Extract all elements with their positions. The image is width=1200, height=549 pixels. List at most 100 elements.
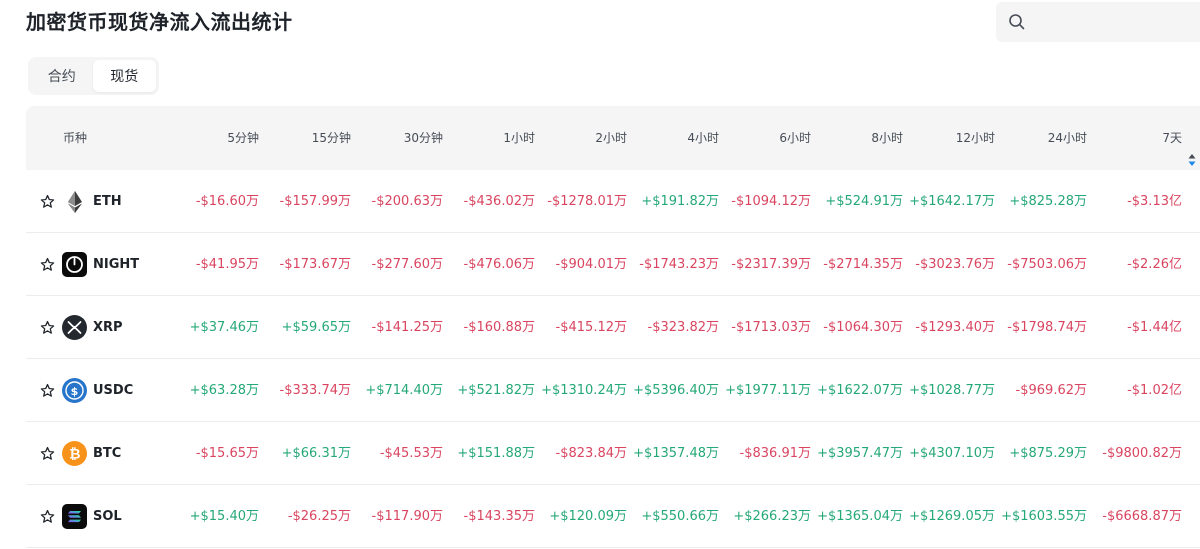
netflow-value: +$151.88万 <box>457 446 535 461</box>
coin-symbol[interactable]: XRP <box>93 296 123 359</box>
column-header-label: 15分钟 <box>311 131 351 145</box>
column-header[interactable]: 4小时 <box>627 106 719 170</box>
column-header-label: 5分钟 <box>227 131 259 145</box>
netflow-value: -$415.12万 <box>555 320 627 335</box>
column-header[interactable]: 24小时 <box>995 106 1087 170</box>
netflow-value: -$16.60万 <box>195 194 259 209</box>
netflow-value: -$2714.35万 <box>823 257 903 272</box>
table-row[interactable]: XRP +$37.46万 +$59.65万 -$141.25万 -$160.88万 -$4… <box>26 296 1200 359</box>
star-icon[interactable] <box>40 446 55 461</box>
netflow-value: +$266.23万 <box>733 509 811 524</box>
table-header: 币种 5分钟 15分钟 30分钟 1小时 2小时 4小时 6小时 8小时 12小时 24小时 7天 <box>26 106 1200 170</box>
netflow-value: -$3023.76万 <box>915 257 995 272</box>
search-input[interactable] <box>1034 2 1200 42</box>
netflow-value: -$1.44亿 <box>1127 320 1182 335</box>
column-header-label: 4小时 <box>687 131 719 145</box>
column-header[interactable]: 8小时 <box>811 106 903 170</box>
page-title: 加密货币现货净流入流出统计 <box>26 10 293 34</box>
sol-icon <box>62 504 87 529</box>
coin-symbol[interactable]: USDC <box>93 359 133 422</box>
netflow-value: +$825.28万 <box>1009 194 1087 209</box>
netflow-value: -$1064.30万 <box>823 320 903 335</box>
netflow-value: -$1713.03万 <box>731 320 811 335</box>
netflow-value: -$3.13亿 <box>1127 194 1182 209</box>
netflow-value: -$141.25万 <box>371 320 443 335</box>
netflow-value: +$1603.55万 <box>1001 509 1087 524</box>
netflow-value: +$63.28万 <box>189 383 259 398</box>
coin-symbol[interactable]: NIGHT <box>93 233 139 296</box>
netflow-value: -$836.91万 <box>739 446 811 461</box>
table-row[interactable]: SOL +$15.40万 -$26.25万 -$117.90万 -$143.35万 +$1… <box>26 485 1200 548</box>
column-header-coin[interactable]: 币种 <box>63 106 87 170</box>
netflow-value: +$1622.07万 <box>817 383 903 398</box>
column-header[interactable]: 2小时 <box>535 106 627 170</box>
svg-text:$: $ <box>71 385 79 398</box>
night-icon <box>62 252 87 277</box>
netflow-value: +$1028.77万 <box>909 383 995 398</box>
netflow-table: 币种 5分钟 15分钟 30分钟 1小时 2小时 4小时 6小时 8小时 12小时 24小时 7天 E… <box>26 106 1200 548</box>
netflow-value: -$277.60万 <box>371 257 443 272</box>
netflow-value: -$2.26亿 <box>1127 257 1182 272</box>
star-icon[interactable] <box>40 257 55 272</box>
column-header[interactable]: 5分钟 <box>167 106 259 170</box>
table-row[interactable]: ETH -$16.60万 -$157.99万 -$200.63万 -$436.02万 -$… <box>26 170 1200 233</box>
column-header[interactable]: 1小时 <box>443 106 535 170</box>
netflow-value: +$550.66万 <box>641 509 719 524</box>
column-header[interactable]: 30分钟 <box>351 106 443 170</box>
netflow-value: -$7503.06万 <box>1007 257 1087 272</box>
column-header-label: 6小时 <box>779 131 811 145</box>
netflow-value: -$6668.87万 <box>1102 509 1182 524</box>
svg-text:₿: ₿ <box>69 447 80 463</box>
netflow-value: +$1977.11万 <box>725 383 811 398</box>
star-icon[interactable] <box>40 509 55 524</box>
netflow-value: -$45.53万 <box>379 446 443 461</box>
column-header[interactable]: 15分钟 <box>259 106 351 170</box>
netflow-value: -$160.88万 <box>463 320 535 335</box>
star-icon[interactable] <box>40 383 55 398</box>
netflow-value: -$41.95万 <box>195 257 259 272</box>
coin-symbol[interactable]: SOL <box>93 485 122 548</box>
column-header-label: 8小时 <box>871 131 903 145</box>
column-header-label: 12小时 <box>955 131 995 145</box>
netflow-value: +$66.31万 <box>281 446 351 461</box>
tab-spot[interactable]: 现货 <box>92 60 156 92</box>
column-header-label: 1小时 <box>503 131 535 145</box>
table-row[interactable]: $ USDC +$63.28万 -$333.74万 +$714.40万 +$521.82万… <box>26 359 1200 422</box>
search-box[interactable] <box>996 2 1200 42</box>
star-icon[interactable] <box>40 320 55 335</box>
netflow-value: -$143.35万 <box>463 509 535 524</box>
column-header-label: 7天 <box>1162 131 1182 145</box>
netflow-value: +$521.82万 <box>457 383 535 398</box>
star-icon[interactable] <box>40 194 55 209</box>
netflow-value: +$37.46万 <box>189 320 259 335</box>
column-header-label: 2小时 <box>595 131 627 145</box>
netflow-value: -$1743.23万 <box>639 257 719 272</box>
netflow-value: -$1278.01万 <box>547 194 627 209</box>
netflow-value: +$1357.48万 <box>633 446 719 461</box>
netflow-value: -$969.62万 <box>1015 383 1087 398</box>
netflow-value: -$200.63万 <box>371 194 443 209</box>
column-header[interactable]: 6小时 <box>719 106 811 170</box>
column-header[interactable]: 12小时 <box>903 106 995 170</box>
netflow-value: +$191.82万 <box>641 194 719 209</box>
netflow-value: -$157.99万 <box>279 194 351 209</box>
btc-icon: ₿ <box>62 441 87 466</box>
netflow-value: +$4307.10万 <box>909 446 995 461</box>
coin-symbol[interactable]: BTC <box>93 422 121 485</box>
netflow-value: -$9800.82万 <box>1102 446 1182 461</box>
netflow-value: +$1269.05万 <box>909 509 995 524</box>
netflow-value: -$117.90万 <box>371 509 443 524</box>
netflow-value: +$5396.40万 <box>633 383 719 398</box>
table-row[interactable]: NIGHT -$41.95万 -$173.67万 -$277.60万 -$476.06万… <box>26 233 1200 296</box>
sort-icon[interactable] <box>1188 131 1196 166</box>
table-row[interactable]: ₿ BTC -$15.65万 +$66.31万 -$45.53万 +$151.88万 -$8… <box>26 422 1200 485</box>
netflow-value: +$875.29万 <box>1009 446 1087 461</box>
table-body: ETH -$16.60万 -$157.99万 -$200.63万 -$436.02万 -$… <box>26 170 1200 548</box>
tab-futures[interactable]: 合约 <box>31 60 93 92</box>
xrp-icon <box>62 315 87 340</box>
coin-symbol[interactable]: ETH <box>93 170 122 233</box>
market-type-tabs: 合约 现货 <box>28 57 159 95</box>
column-header[interactable]: 7天 <box>1104 106 1196 170</box>
netflow-value: +$1365.04万 <box>817 509 903 524</box>
netflow-value: +$59.65万 <box>281 320 351 335</box>
